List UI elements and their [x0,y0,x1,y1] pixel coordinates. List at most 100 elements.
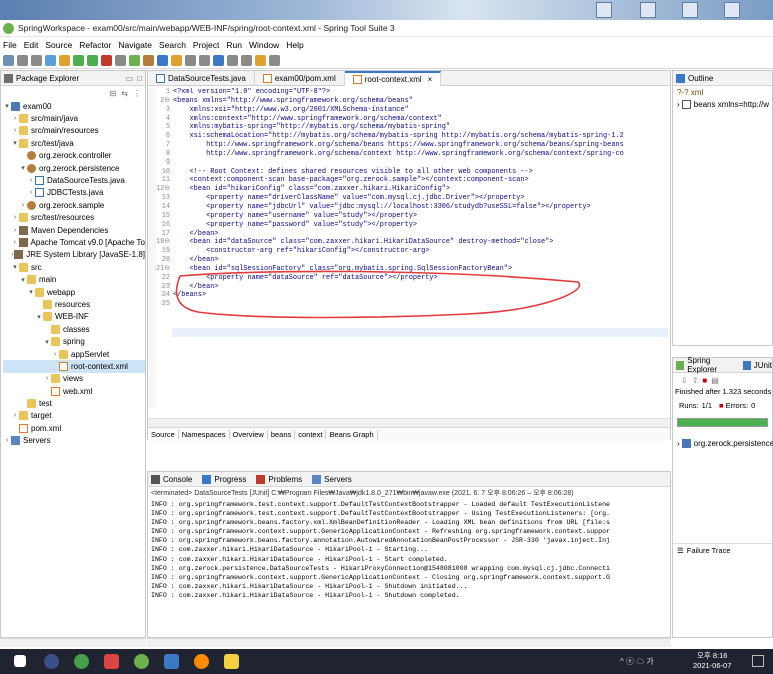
menu-item-navigate[interactable]: Navigate [118,40,152,50]
tab-servers[interactable]: Servers [324,475,352,484]
tree-item[interactable]: › org.zerock.sample [3,199,145,211]
tab-console[interactable]: Console [163,475,192,484]
outline-item[interactable]: › beans xmlns=http://w [673,98,772,110]
expand-toggle-icon[interactable]: › [19,202,27,209]
outline-title[interactable]: Outline [688,74,713,83]
close-tab-icon[interactable]: × [428,75,433,84]
chat-app-icon[interactable] [74,654,89,669]
tree-item[interactable]: test [3,397,145,409]
tab-problems[interactable]: Problems [268,475,302,484]
junit-test-item[interactable]: › org.zerock.persistence [673,437,773,449]
desktop-shortcut-icon[interactable] [682,2,698,18]
link-editor-icon[interactable]: ⇆ [121,89,128,98]
expand-toggle-icon[interactable]: ▾ [27,288,35,296]
expand-toggle-icon[interactable]: ▾ [19,164,27,172]
editor-page-tab[interactable]: beans [268,430,296,439]
expand-toggle-icon[interactable]: › [11,115,19,122]
collapse-all-icon[interactable]: ⊟ [110,89,117,98]
menu-item-edit[interactable]: Edit [24,40,39,50]
editor-page-tab[interactable]: Overview [230,430,268,439]
browser-icon[interactable] [44,654,59,669]
tree-item[interactable]: › src/test/resources [3,212,145,224]
start-icon[interactable] [14,655,26,667]
menu-item-source[interactable]: Source [45,40,72,50]
menu-item-file[interactable]: File [3,40,17,50]
toolbar-icon[interactable] [255,54,266,66]
tree-item[interactable]: classes [3,323,145,335]
toolbar-icon[interactable] [213,54,224,66]
toolbar-icon[interactable] [3,54,14,66]
editor-tab[interactable]: DataSourceTests.java [148,70,255,86]
maximize-icon[interactable]: □ [137,74,142,83]
tree-item[interactable]: ▾ src/test/java [3,137,145,149]
tree-item[interactable]: › appServlet [3,348,145,360]
desktop-shortcut-icon[interactable] [724,2,740,18]
expand-toggle-icon[interactable]: › [11,214,19,221]
expand-toggle-icon[interactable]: ▾ [11,263,19,271]
toolbar-icon[interactable] [59,54,70,66]
expand-toggle-icon[interactable]: › [51,351,59,358]
editor-tab[interactable]: root-context.xml × [344,70,442,86]
toolbar-icon[interactable] [269,54,280,66]
photos-icon[interactable] [164,654,179,669]
expand-toggle-icon[interactable]: ▾ [19,276,27,284]
toolbar-icon[interactable] [101,54,112,66]
toolbar-icon[interactable] [129,54,140,66]
toolbar-icon[interactable] [157,54,168,66]
pdf-app-icon[interactable] [104,654,119,669]
tree-item[interactable]: ▾ src [3,261,145,273]
editor-page-tab[interactable]: Namespaces [179,430,230,439]
tab-spring-explorer[interactable]: Spring Explorer [687,356,737,374]
desktop-shortcut-icon[interactable] [640,2,656,18]
editor-page-tab[interactable]: Beans Graph [326,430,378,439]
expand-toggle-icon[interactable]: › [27,177,35,184]
console-hscroll[interactable] [147,638,671,647]
expand-toggle-icon[interactable]: ▾ [43,338,51,346]
tree-item[interactable]: ▾ WEB-INF [3,311,145,323]
system-tray[interactable]: ^ ⓔ ☁ 가 [620,656,654,667]
history-icon[interactable]: ▤ [711,376,719,385]
tab-progress[interactable]: Progress [214,475,246,484]
desktop-shortcut-icon[interactable] [596,2,612,18]
toolbar-icon[interactable] [17,54,28,66]
menu-item-run[interactable]: Run [226,40,242,50]
tree-item[interactable]: ▾ main [3,273,145,285]
expand-toggle-icon[interactable]: › [43,375,51,382]
prev-failure-icon[interactable]: ⇧ [692,376,699,385]
messenger-icon[interactable] [224,654,239,669]
tree-item[interactable]: › Maven Dependencies [3,224,145,236]
package-explorer-title[interactable]: Package Explorer [16,74,79,83]
tree-item[interactable]: ▾ spring [3,335,145,347]
expand-toggle-icon[interactable]: ▾ [3,102,11,110]
expand-toggle-icon[interactable]: › [27,189,35,196]
toolbar-icon[interactable] [87,54,98,66]
tree-item[interactable]: › target [3,410,145,422]
tree-item[interactable]: ▾ exam00 [3,100,145,112]
tree-item[interactable]: › JRE System Library [JavaSE-1.8] [3,249,145,261]
editor-horizontal-scrollbar[interactable] [148,418,670,427]
tree-item[interactable]: › views [3,373,145,385]
editor-page-tab[interactable]: Source [148,430,179,439]
tree-item[interactable]: root-context.xml [3,360,145,373]
expand-toggle-icon[interactable]: › [11,127,19,134]
sts-taskbar-icon[interactable] [134,654,149,669]
clock[interactable]: 오후 8:16 2021-06-07 [693,651,731,671]
menu-item-search[interactable]: Search [159,40,186,50]
expand-toggle-icon[interactable]: ▾ [35,313,43,321]
failures-only-icon[interactable]: ■ [702,376,707,385]
editor-tab[interactable]: exam00/pom.xml [255,70,345,86]
menu-item-refactor[interactable]: Refactor [79,40,111,50]
editor-page-tab[interactable]: context [295,430,327,439]
expand-toggle-icon[interactable]: › [11,412,19,419]
toolbar-icon[interactable] [227,54,238,66]
view-menu-icon[interactable]: ⋮ [133,89,141,98]
toolbar-icon[interactable] [171,54,182,66]
menu-item-help[interactable]: Help [286,40,303,50]
tree-item[interactable]: › Servers [3,435,145,447]
expand-toggle-icon[interactable]: ▾ [11,139,19,147]
toolbar-icon[interactable] [45,54,56,66]
tab-junit[interactable]: JUnit [754,361,772,370]
tree-item[interactable]: › DataSourceTests.java [3,174,145,186]
tree-item[interactable]: › src/main/java [3,112,145,124]
tree-item[interactable]: ▾ org.zerock.persistence [3,162,145,174]
